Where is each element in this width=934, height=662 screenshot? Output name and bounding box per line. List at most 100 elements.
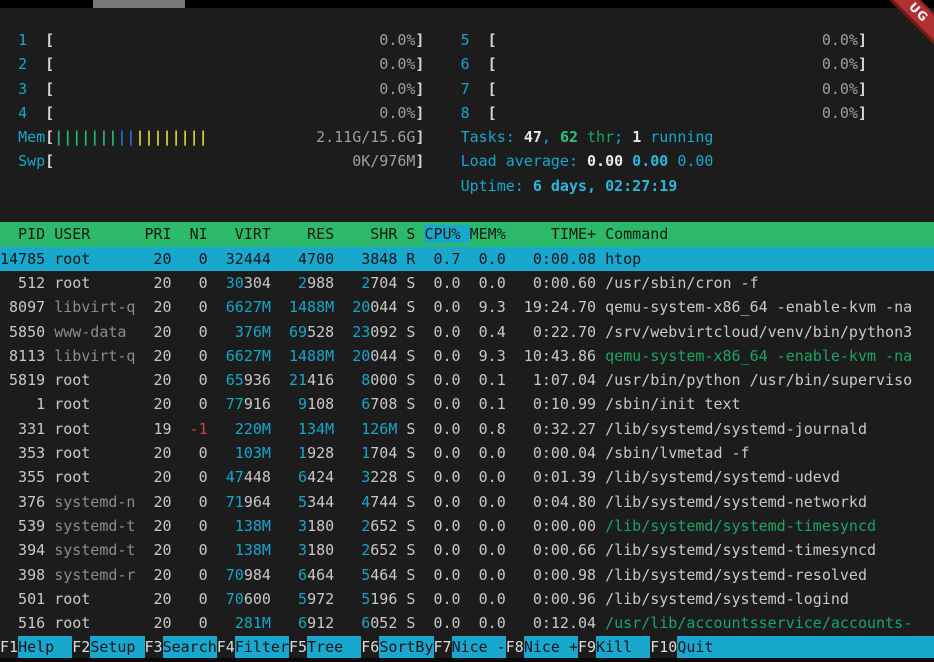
cpu-cell: 0.0: [424, 493, 460, 511]
command-cell: qemu-system-x86_64 -enable-kvm -na: [605, 298, 912, 316]
command-cell: /lib/systemd/systemd-logind: [605, 590, 849, 608]
time-cell: 0:00.00: [515, 517, 596, 535]
ni-cell: -1: [181, 420, 208, 438]
mem-cell: 9.3: [470, 347, 506, 365]
time-cell: 0:00.98: [515, 566, 596, 584]
process-row-539[interactable]: 539 systemd-t 20 0 138M 3180 2652 S 0.0 …: [0, 514, 934, 538]
column-header-mem[interactable]: MEM%: [470, 225, 515, 243]
load-5: 0.00: [632, 152, 677, 170]
window-top-strip: [0, 0, 934, 8]
cpu-meter-row-4: 4 [ 0.0%] 8 [ 0.0%]: [0, 101, 934, 125]
fkey-f3-search[interactable]: F3Search: [145, 636, 217, 658]
tasks-count: 47: [524, 128, 542, 146]
process-row-501[interactable]: 501 root 20 0 70600 5972 5196 S 0.0 0.0 …: [0, 587, 934, 611]
command-cell: /lib/systemd/systemd-networkd: [605, 493, 867, 511]
pid-cell: 14785: [0, 250, 45, 268]
pri-cell: 20: [145, 517, 172, 535]
process-row-8097[interactable]: 8097 libvirt-q 20 0 6627M 1488M 20044 S …: [0, 295, 934, 319]
blank-line: [0, 198, 934, 222]
command-cell: /usr/lib/accountsservice/accounts-: [605, 614, 912, 632]
cpu-meter-row-2: 2 [ 0.0%] 6 [ 0.0%]: [0, 52, 934, 76]
cpu-percent: 0.0%: [822, 31, 858, 49]
ni-cell: 0: [181, 323, 208, 341]
process-row-512[interactable]: 512 root 20 0 30304 2988 2704 S 0.0 0.0 …: [0, 271, 934, 295]
process-row-353[interactable]: 353 root 20 0 103M 1928 1704 S 0.0 0.0 0…: [0, 441, 934, 465]
cpu-id: 7: [461, 80, 488, 98]
fkey-f4-filter[interactable]: F4Filter: [217, 636, 289, 658]
command-cell: /lib/systemd/systemd-timesyncd: [605, 541, 876, 559]
column-header-time[interactable]: TIME+: [515, 225, 605, 243]
command-cell: /lib/systemd/systemd-udevd: [605, 468, 840, 486]
cpu-id: 1: [18, 31, 45, 49]
htop-screen: 1 [ 0.0%] 5 [ 0.0%] 2 [ 0.0%] 6 [ 0.0%] …: [0, 0, 934, 662]
terminal: 1 [ 0.0%] 5 [ 0.0%] 2 [ 0.0%] 6 [ 0.0%] …: [0, 8, 934, 662]
column-header-res[interactable]: RES: [280, 225, 343, 243]
column-header-ni[interactable]: NI: [181, 225, 217, 243]
pid-cell: 516: [0, 614, 45, 632]
column-header-virt[interactable]: VIRT: [217, 225, 280, 243]
cpu-meter-row-1: 1 [ 0.0%] 5 [ 0.0%]: [0, 28, 934, 52]
pid-cell: 539: [0, 517, 45, 535]
command-cell: /sbin/init text: [605, 395, 740, 413]
ni-cell: 0: [181, 371, 208, 389]
cpu-cell: 0.0: [424, 566, 460, 584]
process-row-8113[interactable]: 8113 libvirt-q 20 0 6627M 1488M 20044 S …: [0, 344, 934, 368]
window-tab-fragment[interactable]: [93, 0, 185, 8]
column-header-cpu[interactable]: CPU%: [424, 225, 469, 243]
time-cell: 0:00.96: [515, 590, 596, 608]
fkey-f2-setup[interactable]: F2Setup: [72, 636, 144, 658]
time-cell: 0:32.27: [515, 420, 596, 438]
process-row-376[interactable]: 376 systemd-n 20 0 71964 5344 4744 S 0.0…: [0, 490, 934, 514]
process-row-355[interactable]: 355 root 20 0 47448 6424 3228 S 0.0 0.0 …: [0, 465, 934, 489]
fkey-f6-sortby[interactable]: F6SortBy: [361, 636, 433, 658]
ni-cell: 0: [181, 517, 208, 535]
process-row-331[interactable]: 331 root 19 -1 220M 134M 126M S 0.0 0.8 …: [0, 417, 934, 441]
command-cell: qemu-system-x86_64 -enable-kvm -na: [605, 347, 912, 365]
column-header-shr[interactable]: SHR: [343, 225, 406, 243]
load-15: 0.00: [677, 152, 713, 170]
mem-cell: 0.0: [470, 541, 506, 559]
process-row-1[interactable]: 1 root 20 0 77916 9108 6708 S 0.0 0.1 0:…: [0, 392, 934, 416]
column-header-s[interactable]: S: [406, 225, 424, 243]
cpu-id: 6: [461, 55, 488, 73]
cpu-cell: 0.0: [424, 444, 460, 462]
cpu-cell: 0.0: [424, 274, 460, 292]
process-row-5850[interactable]: 5850 www-data 20 0 376M 69528 23092 S 0.…: [0, 320, 934, 344]
process-row-14785[interactable]: 14785 root 20 0 32444 4700 3848 R 0.7 0.…: [0, 247, 934, 271]
ni-cell: 0: [181, 250, 208, 268]
column-header-command[interactable]: Command: [605, 225, 668, 243]
user-cell: systemd-t: [54, 517, 135, 535]
pri-cell: 19: [145, 420, 172, 438]
command-cell: htop: [605, 250, 641, 268]
column-header-user[interactable]: USER: [54, 225, 144, 243]
user-cell: root: [54, 420, 135, 438]
time-cell: 19:24.70: [515, 298, 596, 316]
command-cell: /lib/systemd/systemd-resolved: [605, 566, 867, 584]
meters-panel: 1 [ 0.0%] 5 [ 0.0%] 2 [ 0.0%] 6 [ 0.0%] …: [0, 8, 934, 222]
fkey-f8-nice-[interactable]: F8Nice +: [506, 636, 578, 658]
command-cell: /usr/sbin/cron -f: [605, 274, 759, 292]
process-row-5819[interactable]: 5819 root 20 0 65936 21416 8000 S 0.0 0.…: [0, 368, 934, 392]
fkey-f7-nice-[interactable]: F7Nice -: [434, 636, 506, 658]
mem-cell: 0.0: [470, 614, 506, 632]
time-cell: 0:00.66: [515, 541, 596, 559]
fkey-f1-help[interactable]: F1Help: [0, 636, 72, 658]
user-cell: root: [54, 250, 135, 268]
cpu-percent: 0.0%: [379, 104, 415, 122]
fkey-f10-quit[interactable]: F10Quit: [650, 636, 731, 658]
fkey-f5-tree[interactable]: F5Tree: [289, 636, 361, 658]
cpu-cell: 0.0: [424, 517, 460, 535]
process-row-394[interactable]: 394 systemd-t 20 0 138M 3180 2652 S 0.0 …: [0, 538, 934, 562]
pid-cell: 501: [0, 590, 45, 608]
pid-cell: 8097: [0, 298, 45, 316]
mem-value: 2.11G/15.6G: [316, 128, 415, 146]
fkey-f9-kill[interactable]: F9Kill: [578, 636, 650, 658]
process-row-516[interactable]: 516 root 20 0 281M 6912 6052 S 0.0 0.0 0…: [0, 611, 934, 635]
pid-cell: 355: [0, 468, 45, 486]
process-row-398[interactable]: 398 systemd-r 20 0 70984 6464 5464 S 0.0…: [0, 563, 934, 587]
column-header-pid[interactable]: PID: [0, 225, 54, 243]
mem-cell: 0.0: [470, 590, 506, 608]
pri-cell: 20: [145, 274, 172, 292]
swp-label: Swp: [18, 152, 45, 170]
column-header-pri[interactable]: PRI: [145, 225, 181, 243]
